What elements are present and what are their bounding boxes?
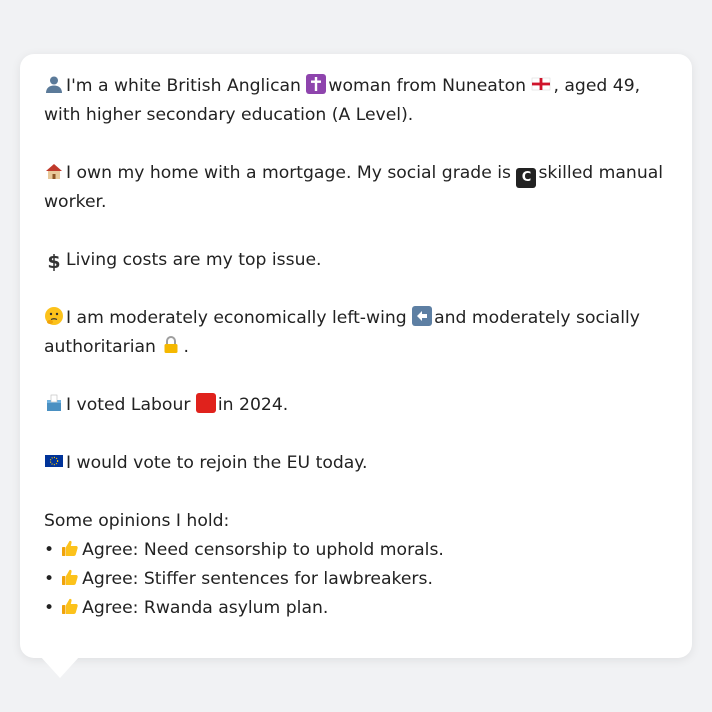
- latin-cross-icon: [306, 74, 327, 94]
- thinking-face-icon: [44, 306, 64, 326]
- letter-c-icon: C: [516, 168, 537, 188]
- list-item: • Agree: Rwanda asylum plan.: [44, 596, 329, 618]
- opinions-section: Some opinions I hold: • Agree: Need cens…: [44, 507, 668, 623]
- identity-line: I'm a white British Anglican woman from …: [44, 74, 641, 125]
- issue-line: $ Living costs are my top issue.: [44, 246, 668, 275]
- eu-line: I would vote to rejoin the EU today.: [44, 449, 668, 478]
- thumbs-up-icon: [60, 538, 80, 558]
- list-item: • Agree: Need censorship to uphold moral…: [44, 538, 444, 560]
- ballot-box-icon: [44, 393, 64, 413]
- opinions-heading: Some opinions I hold:: [44, 511, 230, 531]
- persona-message-bubble: I'm a white British Anglican woman from …: [20, 54, 692, 658]
- opinions-list: • Agree: Need censorship to uphold moral…: [44, 536, 668, 623]
- bullet: •: [44, 540, 55, 560]
- bullet: •: [44, 569, 55, 589]
- labour-red-square-icon: [195, 393, 216, 413]
- ideology-line: I am moderately economically left-wing a…: [44, 306, 640, 357]
- vote-line: I voted Labour in 2024.: [44, 391, 668, 420]
- england-flag-icon: [531, 74, 551, 94]
- eu-flag-icon: [44, 451, 64, 471]
- house-icon: [44, 161, 64, 181]
- housing-line: I own my home with a mortgage. My social…: [44, 161, 664, 212]
- left-arrow-icon: [412, 306, 433, 326]
- person-silhouette-icon: [44, 74, 64, 94]
- bubble-tail: [40, 656, 80, 678]
- thumbs-up-icon: [60, 596, 80, 616]
- dollar-icon: $: [47, 251, 61, 273]
- thumbs-up-icon: [60, 567, 80, 587]
- padlock-icon: [161, 335, 181, 355]
- bullet: •: [44, 598, 55, 618]
- list-item: • Agree: Stiffer sentences for lawbreake…: [44, 567, 433, 589]
